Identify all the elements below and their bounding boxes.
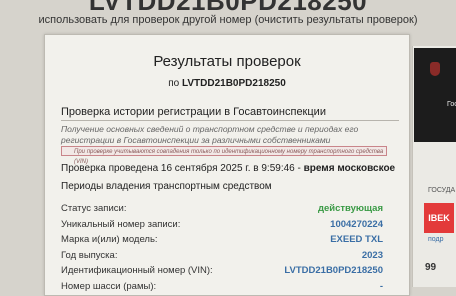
sidebar-banner-text: Гос xyxy=(447,101,456,108)
timestamp-timezone: время московское xyxy=(303,163,396,174)
status-value: действующая xyxy=(317,203,383,215)
section-divider xyxy=(61,120,399,121)
table-row: Статус записи: действующая xyxy=(61,201,383,217)
vin-value: LVTDD21B0PD218250 xyxy=(284,265,383,277)
change-number-link[interactable]: использовать для проверок другой номер (… xyxy=(0,14,456,26)
emblem-icon xyxy=(430,62,440,76)
timestamp-text: Проверка проведена 16 сентября 2025 г. в… xyxy=(61,163,301,174)
year-value: 2023 xyxy=(361,249,383,261)
section-description: Получение основных сведений о транспортн… xyxy=(61,124,359,145)
row-label: Марка и(или) модель: xyxy=(61,234,158,246)
sidebar-number: 99 xyxy=(425,262,437,273)
results-vin: LVTDD21B0PD218250 xyxy=(182,78,286,89)
section-title: Проверка истории регистрации в Госавтоин… xyxy=(61,106,326,118)
vin-prefix: по xyxy=(168,78,180,89)
row-label: Статус записи: xyxy=(61,203,127,215)
table-row: Уникальный номер записи: 1004270224 xyxy=(61,217,383,233)
check-timestamp: Проверка проведена 16 сентября 2025 г. в… xyxy=(61,163,395,174)
row-label: Год выпуска: xyxy=(61,249,118,261)
table-row: Год выпуска: 2023 xyxy=(61,248,383,264)
ownership-periods-title: Периоды владения транспортным средством xyxy=(61,181,272,192)
vehicle-info-table: Статус записи: действующая Уникальный но… xyxy=(61,201,383,294)
table-row: Номер шасси (рамы): - xyxy=(61,279,383,295)
model-value: EXEED TXL xyxy=(330,234,383,246)
record-number-value: 1004270224 xyxy=(330,218,383,230)
row-label: Уникальный номер записи: xyxy=(61,218,181,230)
results-vin-line: по LVTDD21B0PD218250 xyxy=(45,78,409,89)
chassis-value: - xyxy=(379,280,383,292)
table-row: Идентификационный номер (VIN): LVTDD21B0… xyxy=(61,263,383,279)
sidebar-ad-icon[interactable]: IBEK xyxy=(424,203,454,233)
vin-notice: При проверке учитываются совпадения толь… xyxy=(61,146,387,165)
row-label: Идентификационный номер (VIN): xyxy=(61,265,213,277)
results-card: Результаты проверок по LVTDD21B0PD218250… xyxy=(44,34,410,296)
results-title: Результаты проверок xyxy=(153,53,301,70)
table-row: Марка и(или) модель: EXEED TXL xyxy=(61,232,383,248)
row-label: Номер шасси (рамы): xyxy=(61,280,157,292)
sidebar-heading: ГОСУДА xyxy=(428,187,456,194)
sidebar-link[interactable]: подр xyxy=(428,236,444,243)
